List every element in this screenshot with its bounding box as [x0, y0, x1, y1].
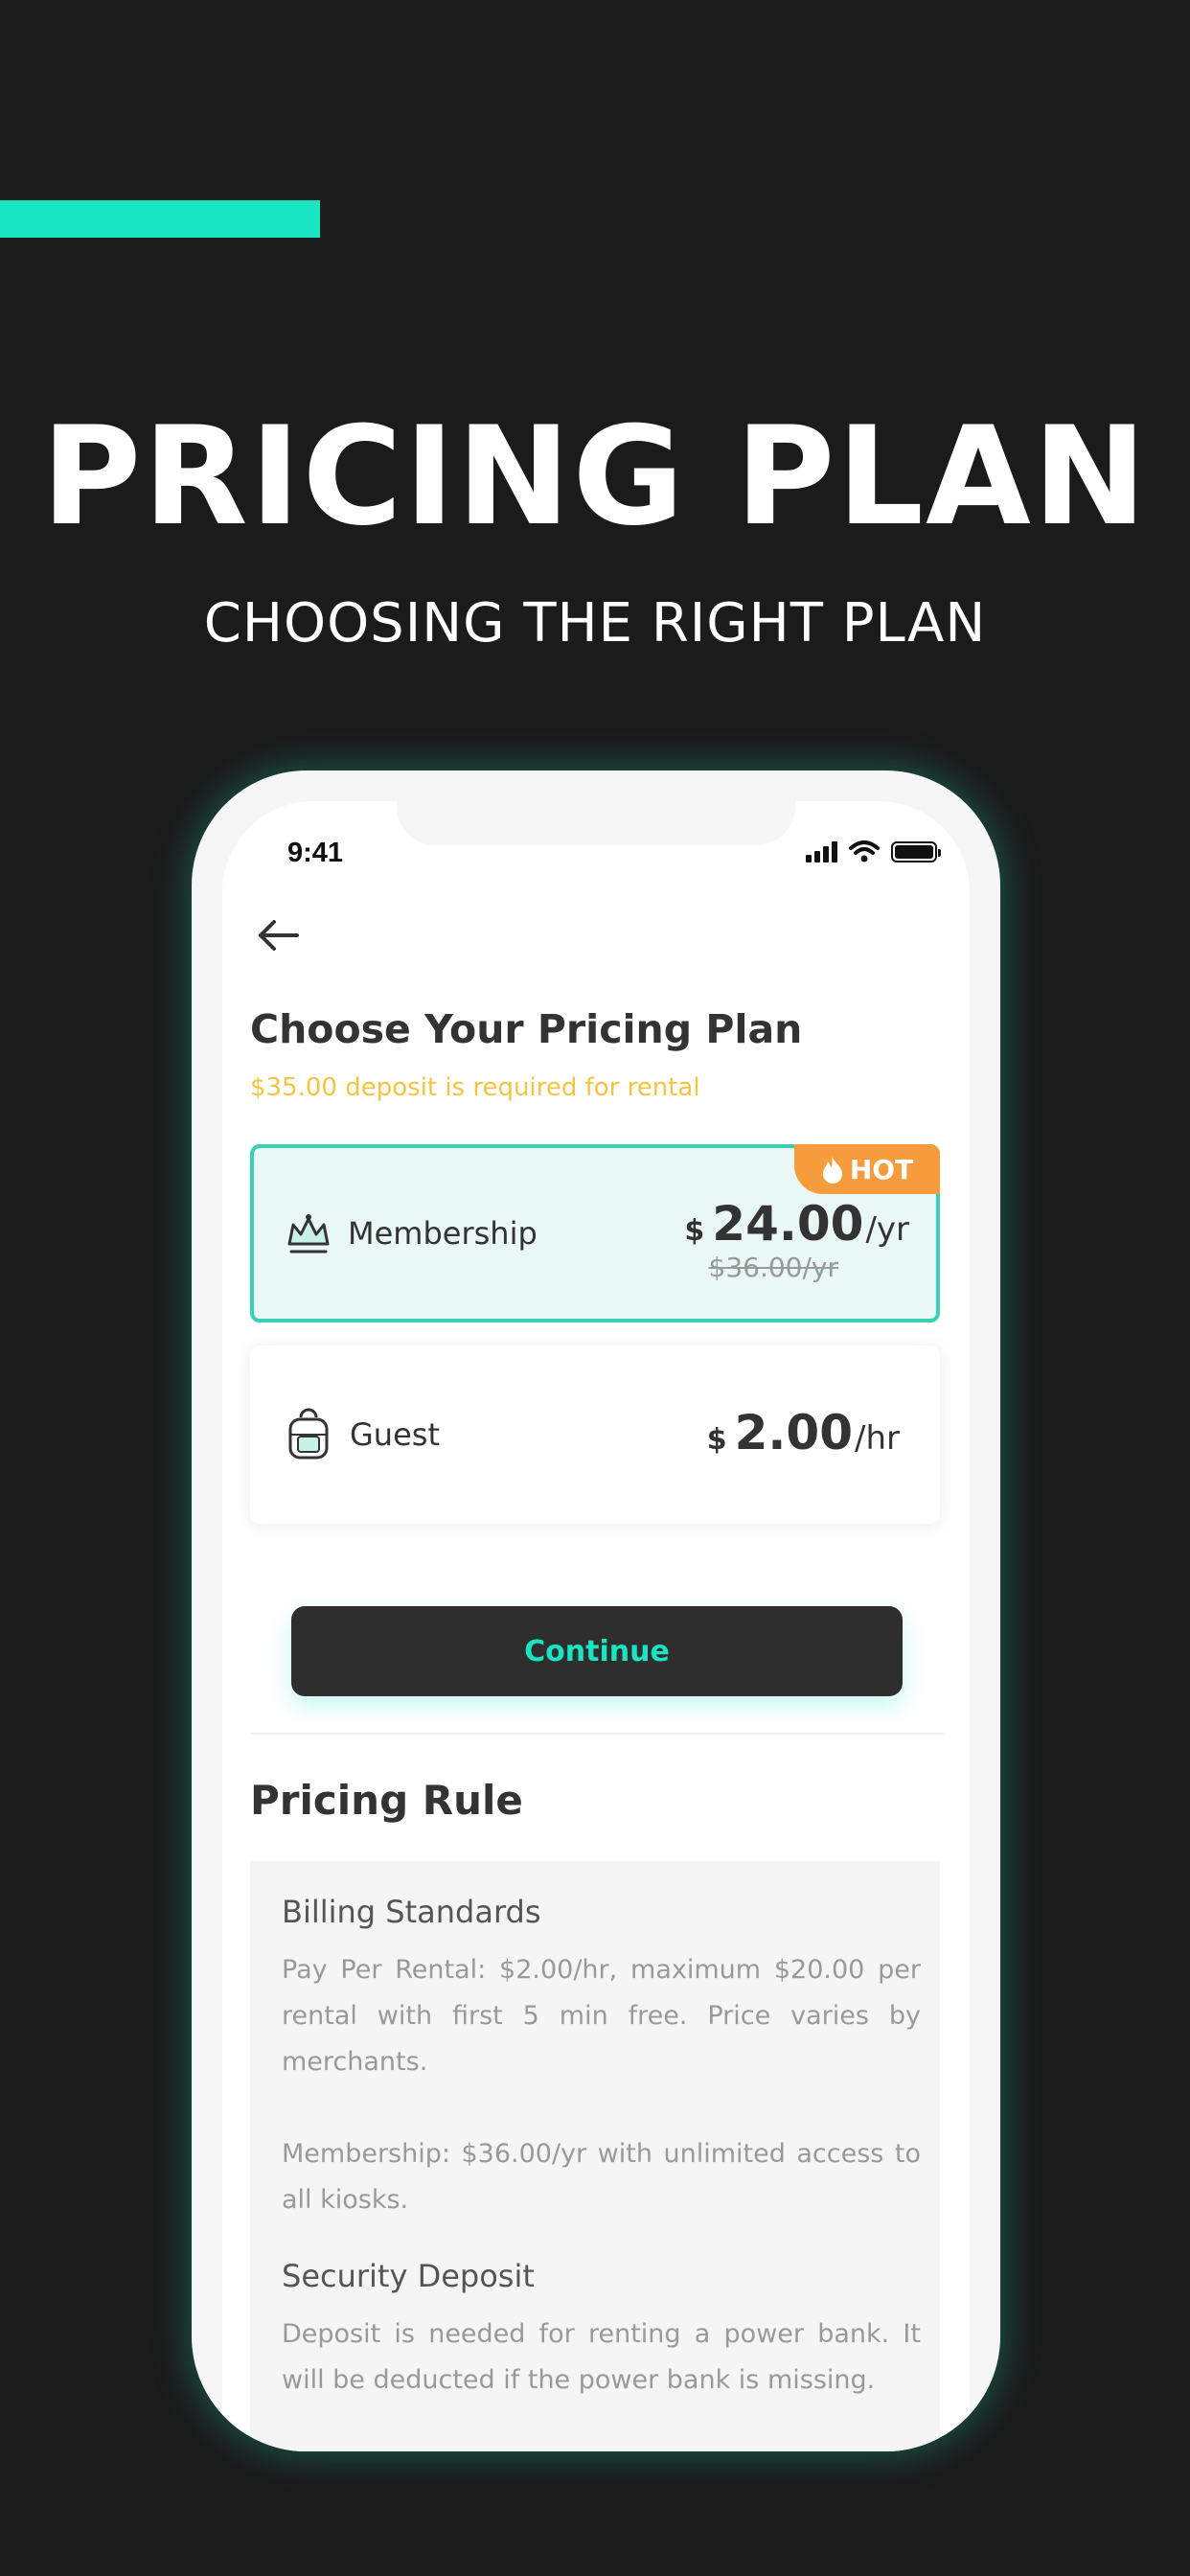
battery-icon: [891, 841, 941, 862]
plan-price: $ 24.00 /yr: [684, 1196, 909, 1252]
signal-icon: [806, 841, 837, 862]
status-time: 9:41: [287, 838, 344, 868]
plan-name: Guest: [350, 1416, 440, 1453]
backpack-icon: [283, 1408, 334, 1460]
pricing-rule-title: Pricing Rule: [250, 1777, 523, 1824]
flame-icon: [822, 1157, 842, 1184]
price-unit: /hr: [855, 1419, 900, 1458]
pricing-rule-box: Billing Standards Pay Per Rental: $2.00/…: [250, 1861, 940, 2451]
hot-badge-label: HOT: [849, 1153, 914, 1185]
plan-card-guest[interactable]: Guest $ 2.00 /hr: [250, 1346, 940, 1524]
divider: [250, 1733, 944, 1735]
deposit-text: Deposit is needed for renting a power ba…: [282, 2319, 921, 2395]
membership-text: Membership: $36.00/yr with unlimited acc…: [282, 2139, 921, 2215]
back-arrow-icon: [259, 920, 299, 951]
continue-button[interactable]: Continue: [291, 1606, 903, 1696]
phone-screen: 9:41 Choose Your Pricing Plan $35.00 dep…: [222, 801, 970, 2451]
hero-title: PRICING PLAN: [41, 398, 1149, 556]
billing-standards-heading: Billing Standards: [282, 1894, 541, 1930]
accent-bar: [0, 200, 320, 238]
phone-frame: 9:41 Choose Your Pricing Plan $35.00 dep…: [192, 770, 1000, 2451]
wifi-icon: [849, 840, 880, 862]
price-amount: 2.00: [734, 1405, 854, 1460]
billing-text: Pay Per Rental: $2.00/hr, maximum $20.00…: [282, 1955, 921, 2077]
crown-icon: [283, 1208, 334, 1259]
deposit-note: $35.00 deposit is required for rental: [250, 1073, 700, 1102]
old-price: $36.00/yr: [708, 1252, 839, 1283]
price-currency: $: [706, 1423, 727, 1457]
back-button[interactable]: [249, 907, 307, 964]
price-currency: $: [684, 1214, 705, 1248]
plan-name: Membership: [348, 1215, 538, 1252]
price-unit: /yr: [865, 1210, 909, 1249]
price-amount: 24.00: [712, 1196, 864, 1252]
plan-card-membership[interactable]: Membership $ 24.00 /yr $36.00/yr HOT: [250, 1144, 940, 1322]
hot-badge: HOT: [794, 1144, 940, 1194]
status-icons: [806, 838, 941, 866]
security-deposit-heading: Security Deposit: [282, 2258, 535, 2294]
plan-price: $ 2.00 /hr: [707, 1405, 900, 1460]
page-title: Choose Your Pricing Plan: [250, 1006, 803, 1052]
hero-subtitle: CHOOSING THE RIGHT PLAN: [203, 592, 987, 655]
phone-notch: [397, 801, 795, 845]
